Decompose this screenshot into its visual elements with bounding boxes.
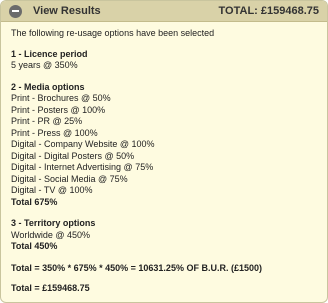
territory-section: 3 - Territory options Worldwide @ 450% T… <box>11 218 327 253</box>
panel-header[interactable]: View Results TOTAL: £159468.75 <box>1 1 327 22</box>
media-item: Print - Brochures @ 50% <box>11 93 111 103</box>
territory-total: Total 450% <box>11 241 58 251</box>
media-item: Digital - Company Website @ 100% <box>11 139 155 149</box>
licence-title: 1 - Licence period <box>11 48 88 59</box>
calculation-line: Total = 350% * 675% * 450% = 10631.25% O… <box>11 262 262 273</box>
panel-title[interactable]: View Results <box>33 5 101 17</box>
media-item: Print - Press @ 100% <box>11 127 98 138</box>
final-total: Total = £159468.75 <box>11 283 90 293</box>
media-total: Total 675% <box>11 196 58 207</box>
media-item: Digital - Internet Advertising @ 75% <box>11 162 154 172</box>
header-total: TOTAL: £159468.75 <box>218 5 319 17</box>
collapse-icon[interactable] <box>9 4 22 18</box>
licence-section: 1 - Licence period 5 years @ 350% <box>11 49 327 72</box>
media-title: 2 - Media options <box>11 81 85 92</box>
territory-title: 3 - Territory options <box>11 218 96 228</box>
media-item: Digital - Social Media @ 75% <box>11 173 128 184</box>
results-content: The following re-usage options have been… <box>1 22 327 295</box>
results-panel: View Results TOTAL: £159468.75 The follo… <box>0 0 328 303</box>
media-item: Digital - TV @ 100% <box>11 185 93 195</box>
media-item: Print - PR @ 25% <box>11 116 83 126</box>
intro-text: The following re-usage options have been… <box>11 28 215 38</box>
territory-value: Worldwide @ 450% <box>11 229 91 240</box>
media-item: Digital - Digital Posters @ 50% <box>11 150 135 161</box>
licence-value: 5 years @ 350% <box>11 60 78 70</box>
media-item: Print - Posters @ 100% <box>11 104 106 115</box>
media-section: 2 - Media options Print - Brochures @ 50… <box>11 82 327 209</box>
